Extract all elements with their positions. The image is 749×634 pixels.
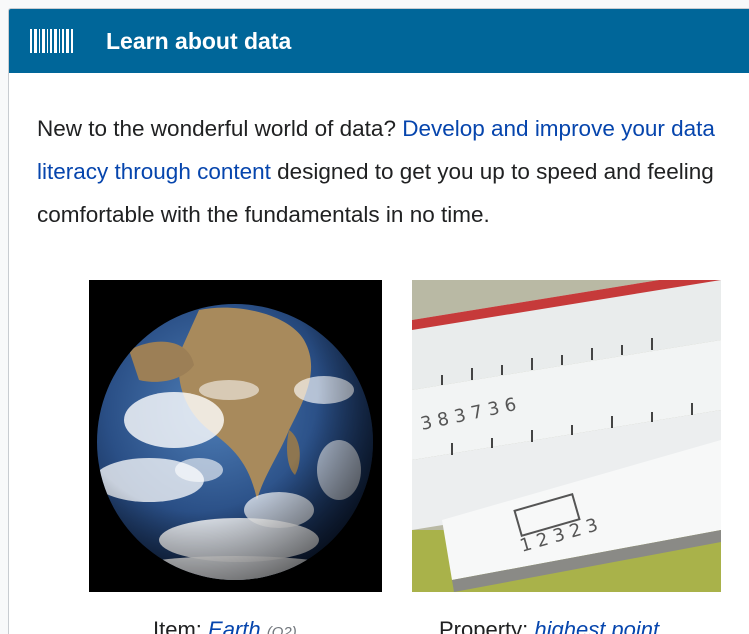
learn-about-data-card: Learn about data New to the wonderful wo… [8, 8, 749, 634]
highest-point-property-link[interactable]: highest point [534, 617, 659, 634]
card-header: Learn about data [9, 9, 749, 73]
earth-photo-icon [89, 280, 382, 592]
intro-paragraph: New to the wonderful world of data? Deve… [37, 107, 727, 236]
earth-caption: Item: Earth (Q2) [153, 617, 297, 634]
card-title: Learn about data [106, 28, 292, 54]
ruler-caption-prefix: Property: [439, 617, 535, 634]
intro-text-before: New to the wonderful world of data? [37, 116, 403, 141]
earth-item-link[interactable]: Earth [208, 617, 261, 634]
ruler-caption: Property: highest point [439, 617, 659, 634]
earth-caption-prefix: Item: [153, 617, 209, 634]
earth-image[interactable] [89, 280, 382, 592]
folding-ruler-photo-icon: 3 8 3 7 3 6 1 2 3 2 3 [412, 280, 721, 592]
barcode-icon [30, 29, 73, 53]
folding-ruler-image[interactable]: 3 8 3 7 3 6 1 2 3 2 3 [412, 280, 721, 592]
earth-qid: (Q2) [266, 624, 297, 634]
